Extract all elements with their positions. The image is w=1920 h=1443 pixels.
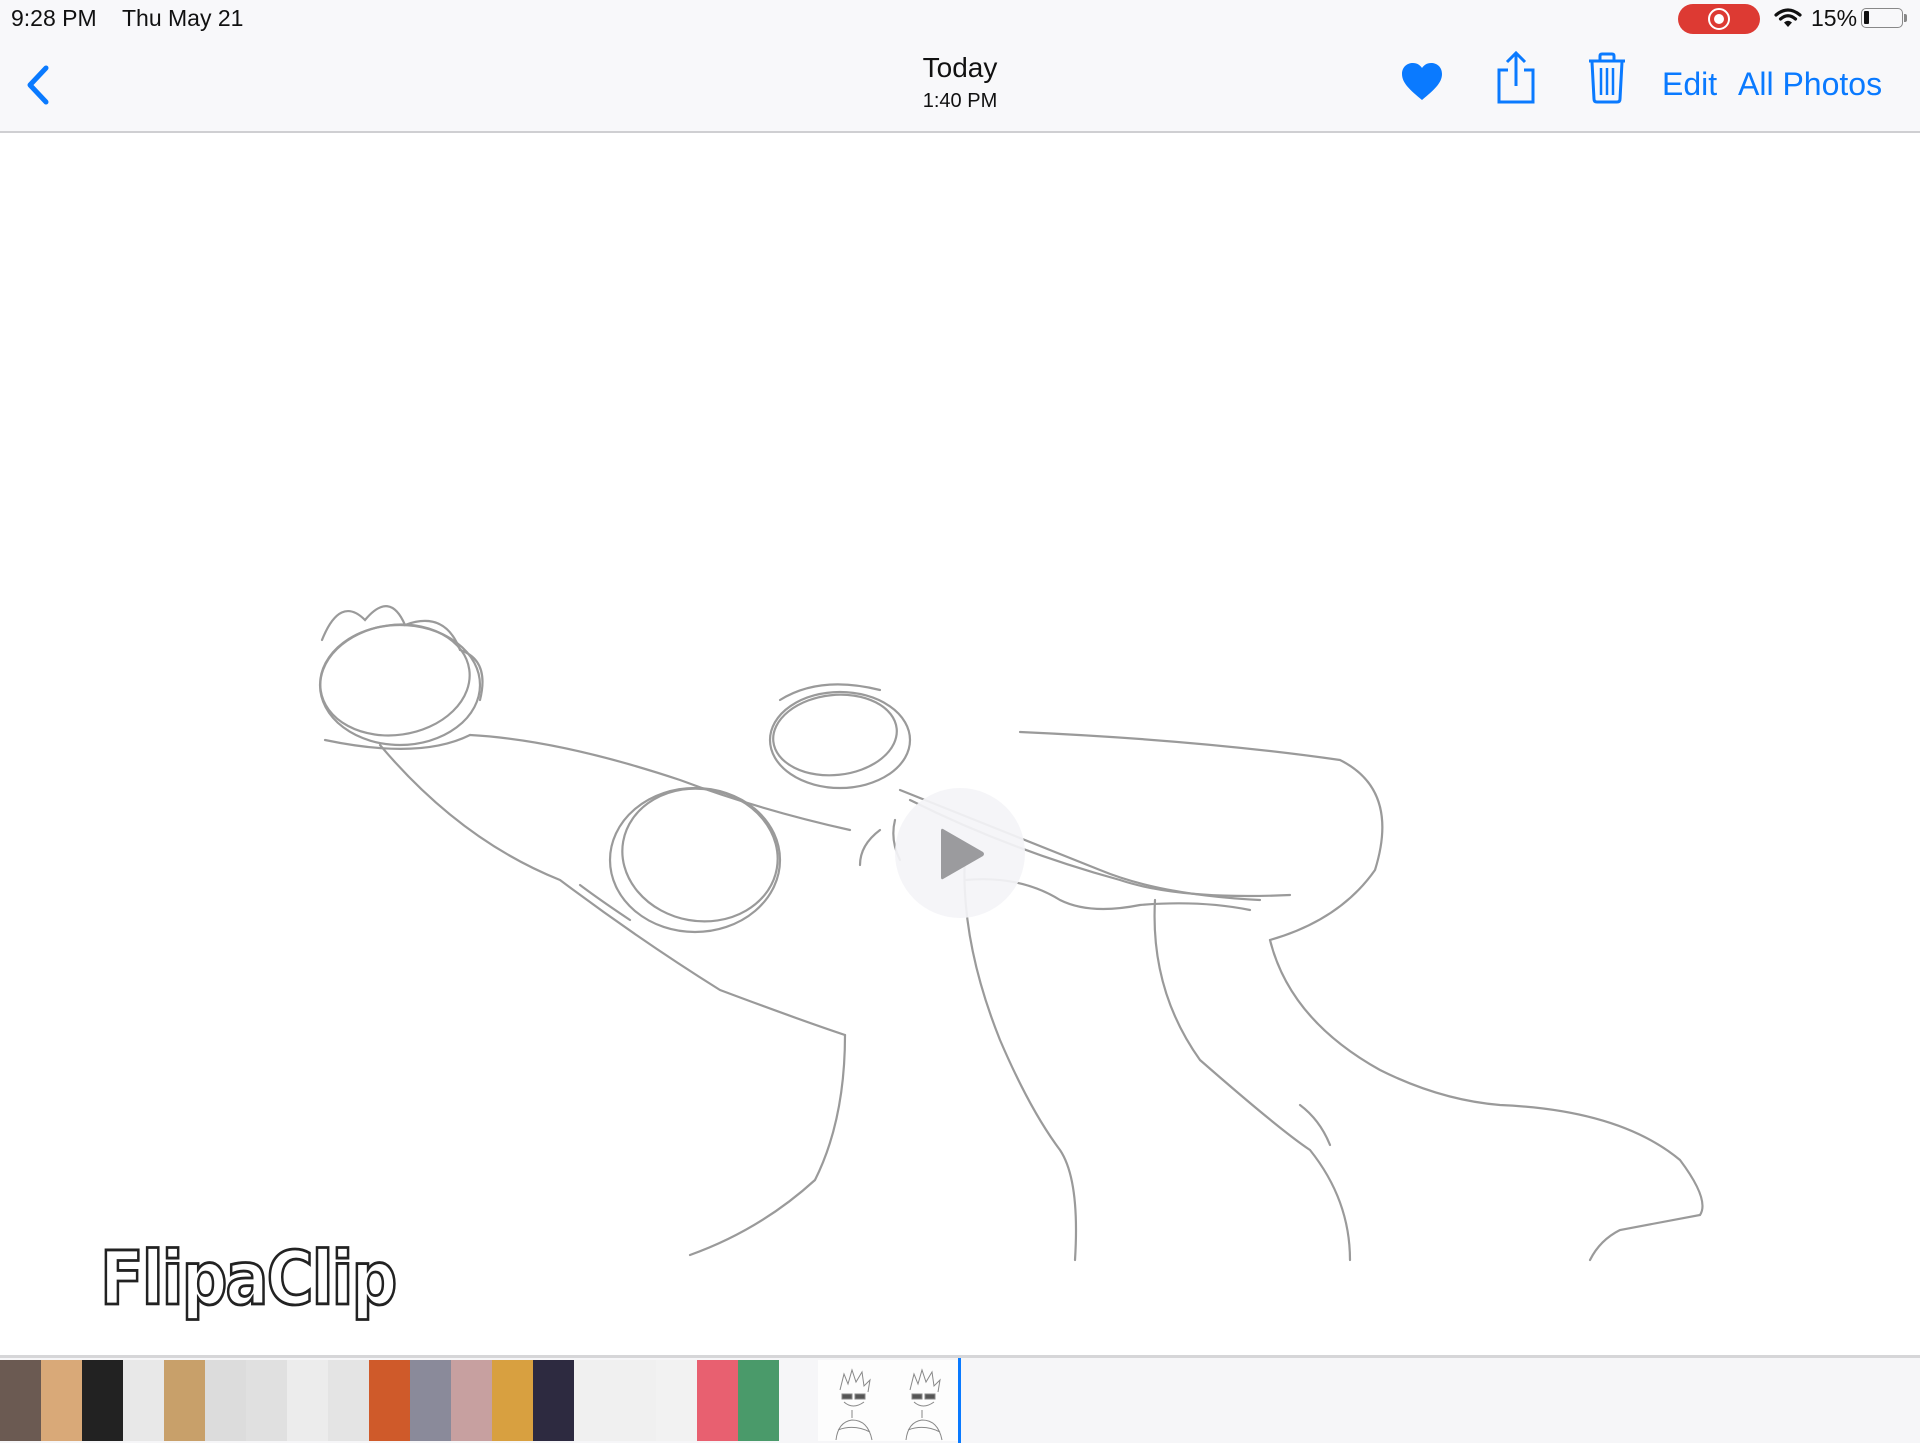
status-date: Thu May 21 [122, 5, 244, 31]
play-button[interactable] [895, 788, 1025, 918]
nav-title: Today [922, 52, 998, 83]
thumbnail[interactable] [328, 1360, 369, 1441]
scrubber-playhead[interactable] [958, 1358, 961, 1443]
thumbnail[interactable] [369, 1360, 410, 1441]
screen-recording-icon[interactable] [1678, 4, 1760, 34]
battery-percent: 15% [1811, 5, 1858, 31]
share-icon[interactable] [1494, 50, 1538, 106]
thumbnail[interactable] [82, 1360, 123, 1441]
battery-icon [1861, 8, 1903, 28]
thumbnail[interactable] [41, 1360, 82, 1441]
thumbnail[interactable] [164, 1360, 205, 1441]
navigation-bar: Today 1:40 PM Edit All Photos [0, 38, 1920, 133]
record-dot [1714, 14, 1724, 24]
thumbnail[interactable] [246, 1360, 287, 1441]
chevron-left-icon [27, 65, 49, 105]
edit-button[interactable]: Edit [1662, 66, 1717, 103]
status-time: 9:28 PM [11, 5, 97, 31]
thumbnail[interactable] [574, 1360, 615, 1441]
thumbnail[interactable] [697, 1360, 738, 1441]
media-viewer[interactable]: FlipaClip [0, 133, 1920, 1355]
thumbnail[interactable] [656, 1360, 697, 1441]
status-bar: 9:28 PM Thu May 21 15% [0, 0, 1920, 38]
flipaclip-watermark: FlipaClip [99, 1236, 399, 1324]
trash-icon[interactable] [1587, 52, 1627, 104]
thumbnail[interactable] [738, 1360, 779, 1441]
sketch-drawing [318, 605, 1704, 1262]
thumbnail[interactable] [287, 1360, 328, 1441]
video-frame-thumbnail [905, 1368, 943, 1441]
thumbnail[interactable] [615, 1360, 656, 1441]
thumbnail-scrubber[interactable] [0, 1355, 1920, 1443]
thumbnail[interactable] [451, 1360, 492, 1441]
back-button[interactable] [20, 62, 60, 108]
thumbnail[interactable] [205, 1360, 246, 1441]
thumbnail[interactable] [492, 1360, 533, 1441]
video-frame-thumbnail [835, 1368, 873, 1441]
all-photos-button[interactable]: All Photos [1738, 66, 1882, 103]
thumbnail[interactable] [410, 1360, 451, 1441]
heart-icon[interactable] [1400, 62, 1444, 102]
thumbnail-strip[interactable] [0, 1360, 779, 1441]
battery-fill [1864, 11, 1869, 24]
current-item-thumbnail[interactable] [818, 1360, 958, 1441]
play-icon [941, 828, 984, 880]
thumbnail[interactable] [123, 1360, 164, 1441]
battery-tip [1904, 14, 1907, 22]
thumbnail[interactable] [0, 1360, 41, 1441]
thumbnail[interactable] [533, 1360, 574, 1441]
nav-subtitle: 1:40 PM [922, 90, 998, 112]
wifi-icon [1774, 8, 1802, 27]
